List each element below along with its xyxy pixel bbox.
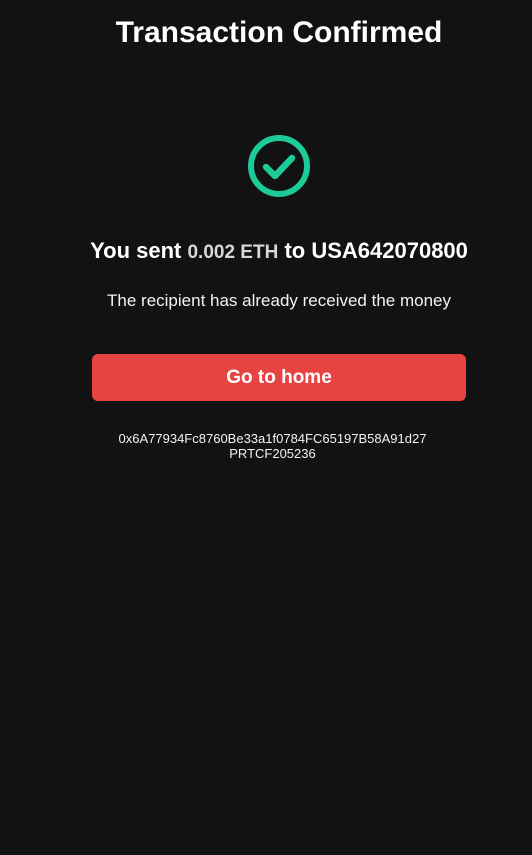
recipient-id: USA642070800 xyxy=(311,238,468,263)
sent-connector: to xyxy=(284,238,306,263)
sent-prefix: You sent xyxy=(90,238,182,263)
page-title: Transaction Confirmed xyxy=(115,16,443,49)
sent-amount: 0.002 ETH xyxy=(187,242,279,263)
transaction-reference: PRTCF205236 xyxy=(229,446,316,461)
transaction-details: 0x6A77934Fc8760Be33a1f0784FC65197B58A91d… xyxy=(0,431,532,461)
transaction-hash: 0x6A77934Fc8760Be33a1f0784FC65197B58A91d… xyxy=(118,431,427,446)
go-to-home-button[interactable]: Go to home xyxy=(92,354,466,401)
confirmation-screen: Transaction Confirmed You sent 0.002 ETH… xyxy=(0,0,532,855)
check-circle-icon xyxy=(248,135,310,197)
sent-summary: You sent 0.002 ETH to USA642070800 xyxy=(0,236,532,268)
status-message: The recipient has already received the m… xyxy=(107,291,451,310)
